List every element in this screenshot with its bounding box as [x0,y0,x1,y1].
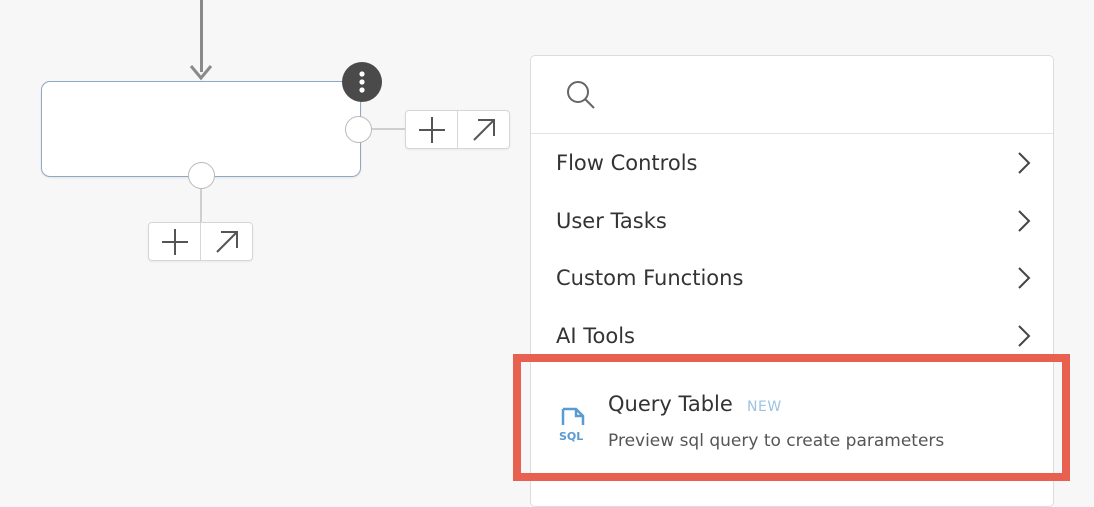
arrow-head-icon [189,65,213,81]
node-output-port-bottom[interactable] [188,162,215,189]
sql-file-icon: SQL [559,407,585,443]
add-step-button-bottom[interactable] [149,223,200,260]
node-menu-button[interactable] [342,62,382,102]
arrow-up-right-icon [472,118,495,141]
right-action-group [405,110,510,149]
connector-bottom [200,189,202,222]
search-input[interactable] [609,76,1033,114]
query-table-description: Preview sql query to create parameters [608,431,945,451]
plus-icon [161,228,188,255]
menu-item-query-table[interactable]: SQL Query Table NEW Preview sql query to… [531,364,1053,484]
add-step-button-right[interactable] [406,111,457,148]
chevron-right-icon [1018,267,1031,289]
link-step-button-right[interactable] [457,111,509,148]
menu-item-user-tasks[interactable]: User Tasks [531,192,1053,250]
svg-text:SQL: SQL [559,430,583,443]
search-icon [567,81,595,109]
menu-item-label: Flow Controls [556,151,698,175]
menu-item-custom-functions[interactable]: Custom Functions [531,249,1053,307]
query-table-title: Query Table [608,392,733,416]
plus-icon [418,116,445,143]
link-step-button-bottom[interactable] [200,223,252,260]
search-bar [531,56,1053,134]
add-step-panel: Flow Controls User Tasks Custom Function… [530,55,1054,507]
menu-item-label: Custom Functions [556,266,744,290]
menu-item-label: User Tasks [556,209,667,233]
new-badge: NEW [747,399,782,415]
menu-item-flow-controls[interactable]: Flow Controls [531,134,1053,192]
menu-item-label: AI Tools [556,324,635,348]
chevron-right-icon [1018,325,1031,347]
connector-right [372,128,405,130]
node-output-port-right[interactable] [345,116,372,143]
bottom-action-group [148,222,253,261]
arrow-up-right-icon [215,230,238,253]
chevron-right-icon [1018,210,1031,232]
chevron-right-icon [1018,152,1031,174]
more-vertical-icon [359,71,365,93]
menu-item-ai-tools[interactable]: AI Tools [531,307,1053,365]
